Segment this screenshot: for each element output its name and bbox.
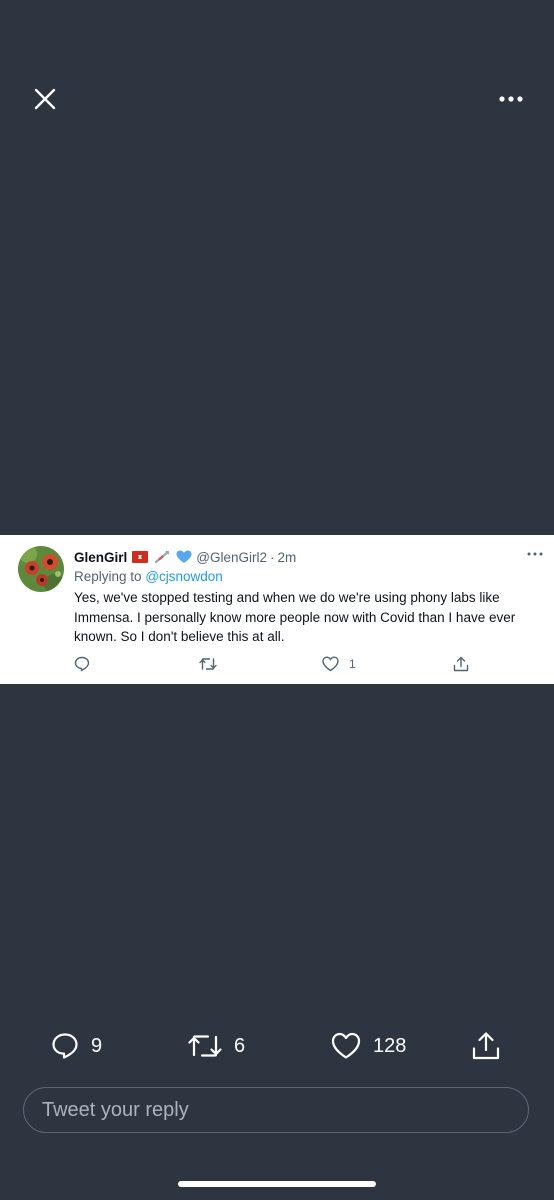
retweet-icon — [188, 1035, 222, 1057]
tweet-more-button[interactable] — [526, 547, 544, 561]
viewer-top-bar — [0, 72, 554, 124]
tweet-share-action[interactable] — [453, 655, 469, 673]
reply-input[interactable] — [40, 1097, 514, 1123]
retweet-count: 6 — [234, 1034, 246, 1057]
reply-composer[interactable] — [23, 1087, 529, 1133]
retweet-icon — [199, 658, 217, 670]
share-icon — [453, 656, 469, 672]
flag-icon — [132, 551, 149, 563]
reply-icon — [52, 1033, 78, 1059]
close-button[interactable] — [28, 82, 62, 116]
reply-button[interactable]: 9 — [51, 1031, 102, 1061]
like-button[interactable]: 128 — [331, 1031, 406, 1061]
replying-mention[interactable]: @cjsnowdon — [145, 569, 223, 584]
more-horizontal-icon — [499, 96, 523, 102]
tweet-reply-action[interactable] — [74, 655, 100, 673]
display-name[interactable]: GlenGirl — [74, 550, 127, 565]
tweet-like-action[interactable]: 1 — [322, 655, 356, 673]
handle[interactable]: @GlenGirl2 — [196, 550, 267, 565]
like-count: 128 — [373, 1034, 407, 1057]
replying-to: Replying to @cjsnowdon — [74, 569, 223, 584]
tweet-stats-bar: 9 6 128 — [0, 1026, 554, 1066]
reply-count: 9 — [91, 1034, 103, 1057]
poppy-avatar-icon — [18, 546, 64, 592]
tweet-text: Yes, we've stopped testing and when we d… — [74, 590, 516, 644]
retweet-button[interactable]: 6 — [188, 1031, 245, 1061]
close-icon — [34, 88, 56, 110]
syringe-icon — [154, 550, 170, 564]
blue-heart-icon — [176, 550, 192, 564]
reply-icon — [74, 656, 90, 672]
tweet-retweet-action[interactable] — [199, 655, 227, 673]
tweet-screenshot-image[interactable]: GlenGirl @GlenGirl2 · 2m Replying to @cj… — [0, 535, 554, 684]
more-options-button[interactable] — [494, 82, 528, 116]
tweet-actions: 1 — [74, 655, 474, 673]
home-indicator[interactable] — [178, 1181, 376, 1187]
share-icon — [472, 1032, 500, 1060]
heart-icon — [331, 1032, 361, 1059]
share-button[interactable] — [471, 1031, 501, 1061]
tweet-header: GlenGirl @GlenGirl2 · 2m — [74, 548, 296, 566]
avatar — [18, 546, 64, 592]
heart-icon — [322, 656, 339, 672]
separator: · — [270, 549, 275, 565]
more-horizontal-icon — [527, 552, 543, 556]
timestamp: 2m — [277, 549, 297, 565]
tweet-like-count: 1 — [349, 657, 356, 671]
replying-prefix: Replying to — [74, 569, 142, 584]
